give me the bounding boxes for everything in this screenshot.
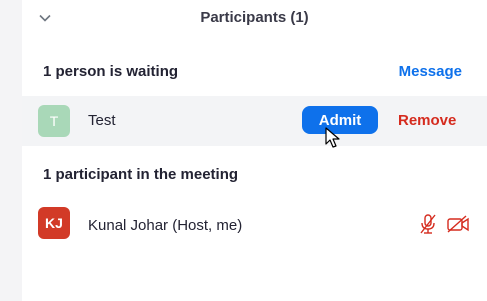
video-off-icon[interactable] — [446, 214, 470, 234]
waiting-section-label: 1 person is waiting — [43, 63, 179, 80]
mic-muted-icon[interactable] — [418, 213, 438, 235]
panel-title: Participants (1) — [200, 9, 309, 26]
panel-header: Participants (1) — [22, 0, 487, 38]
mouse-pointer-icon — [325, 127, 341, 149]
avatar: KJ — [38, 207, 70, 239]
avatar: T — [38, 105, 70, 137]
participant-name: Kunal Johar (Host, me) — [88, 217, 243, 234]
meeting-section-label: 1 participant in the meeting — [43, 166, 239, 183]
meeting-participant-row[interactable]: KJ Kunal Johar (Host, me) — [22, 203, 487, 247]
remove-button[interactable]: Remove — [398, 112, 456, 129]
participants-panel: Participants (1) 1 person is waiting Mes… — [22, 0, 487, 301]
participant-name: Test — [88, 112, 116, 129]
message-button[interactable]: Message — [399, 63, 462, 80]
waiting-participant-row: T Test Admit Remove — [22, 96, 487, 146]
